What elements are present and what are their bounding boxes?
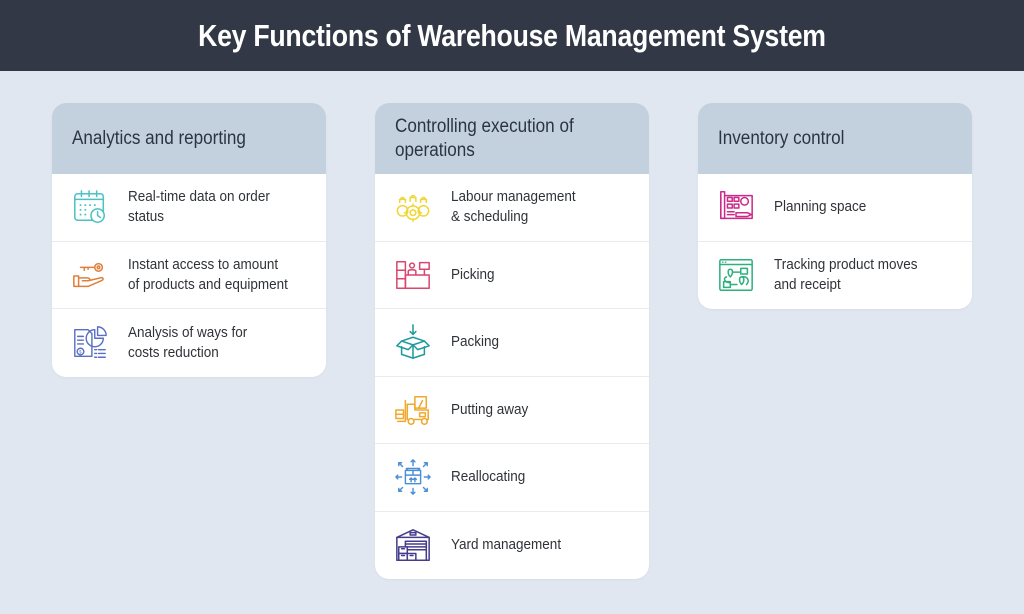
item-label: Reallocating xyxy=(451,468,526,486)
list-item: Putting away xyxy=(375,377,649,444)
list-item: Yard management xyxy=(375,512,649,580)
list-item: Packing xyxy=(375,309,649,377)
card-controlling-execution: Controlling execution of operations Labo… xyxy=(375,103,649,579)
list-item: Labour management & scheduling xyxy=(375,174,649,242)
item-label: Packing xyxy=(451,333,500,351)
item-label: Analysis of ways for costs reduction xyxy=(128,323,248,361)
card-inventory-control: Inventory control Planning space Trackin… xyxy=(698,103,972,309)
list-item: Reallocating xyxy=(375,444,649,512)
calendar-clock-icon xyxy=(70,187,110,227)
item-label: Planning space xyxy=(774,198,867,216)
page-title: Key Functions of Warehouse Management Sy… xyxy=(198,17,826,53)
warehouse-icon xyxy=(393,525,433,565)
list-item: Picking xyxy=(375,242,649,309)
item-label: Instant access to amount of products and… xyxy=(128,255,288,293)
card-header: Controlling execution of operations xyxy=(375,103,649,174)
item-label: Tracking product moves and receipt xyxy=(774,256,918,294)
list-item: Instant access to amount of products and… xyxy=(52,242,326,309)
card-heading: Inventory control xyxy=(718,127,845,149)
card-analytics-reporting: Analytics and reporting Real-time data o… xyxy=(52,103,326,377)
box-arrows-icon xyxy=(393,457,433,497)
list-item: Real-time data on order status xyxy=(52,174,326,242)
blueprint-pencil-icon xyxy=(716,187,756,227)
forklift-icon xyxy=(393,390,433,430)
card-header: Analytics and reporting xyxy=(52,103,326,174)
card-heading: Analytics and reporting xyxy=(72,127,246,149)
item-label: Putting away xyxy=(451,400,529,418)
map-tracking-icon xyxy=(716,255,756,295)
title-bar: Key Functions of Warehouse Management Sy… xyxy=(0,0,1024,71)
item-label: Yard management xyxy=(451,536,562,554)
hand-key-icon xyxy=(70,255,110,295)
list-item: Tracking product moves and receipt xyxy=(698,242,972,310)
card-heading: Controlling execution of operations xyxy=(395,115,574,161)
list-item: Planning space xyxy=(698,174,972,242)
picking-desk-icon xyxy=(393,255,433,295)
list-item: $ Analysis of ways for costs reduction xyxy=(52,309,326,377)
card-header: Inventory control xyxy=(698,103,972,174)
workers-gears-icon xyxy=(393,187,433,227)
item-label: Labour management & scheduling xyxy=(451,188,576,226)
report-pie-chart-icon: $ xyxy=(70,323,110,363)
item-label: Picking xyxy=(451,265,495,283)
svg-text:$: $ xyxy=(79,349,82,355)
item-label: Real-time data on order status xyxy=(128,188,270,226)
box-arrow-icon xyxy=(393,322,433,362)
